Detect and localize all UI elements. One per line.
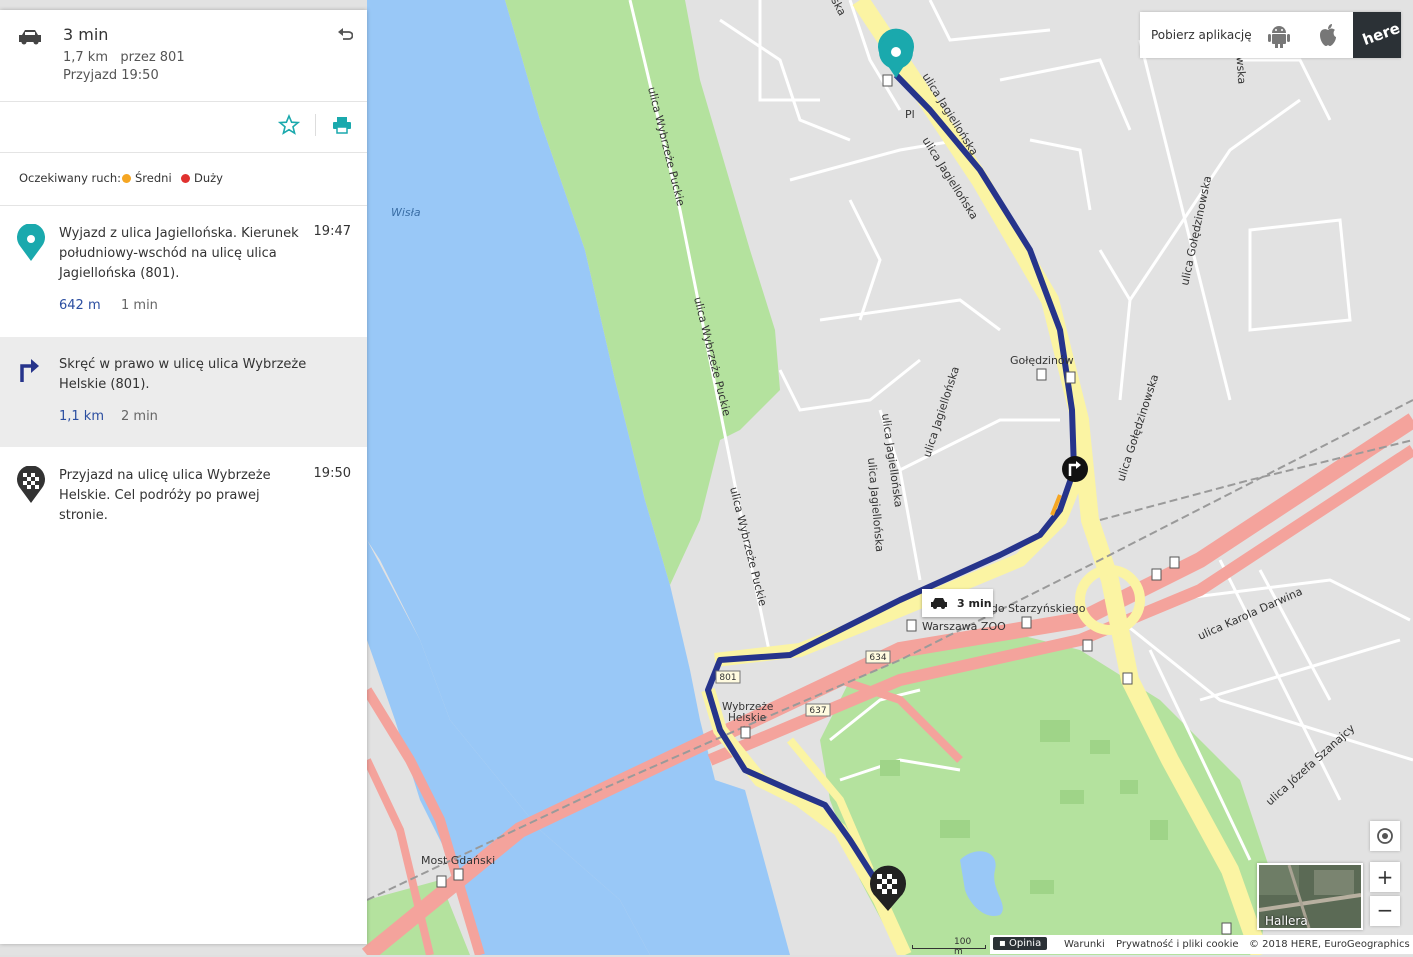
copyright-text: © 2018 HERE, EuroGeographics xyxy=(1249,939,1410,950)
car-icon xyxy=(19,30,41,45)
road-shield-801: 801 xyxy=(715,670,741,684)
svg-text:801: 801 xyxy=(719,673,736,683)
traffic-heavy-dot xyxy=(181,174,190,183)
road-shield-634: 634 xyxy=(865,650,891,664)
maneuver-text: Wyjazd z ulica Jagiellońska. Kierunek po… xyxy=(59,226,299,281)
android-icon[interactable] xyxy=(1268,24,1290,48)
privacy-link[interactable]: Prywatność i pliki cookie xyxy=(1116,939,1239,950)
traffic-legend: Oczekiwany ruch: Średni Duży xyxy=(0,153,367,206)
label-wisla: Wisła xyxy=(391,206,421,219)
minimap-label: Hallera xyxy=(1265,914,1308,928)
finish-flag-icon xyxy=(17,466,45,503)
traffic-label: Oczekiwany ruch: xyxy=(19,171,122,185)
route-via: przez 801 xyxy=(120,50,185,65)
app-download-text: Pobierz aplikację xyxy=(1151,28,1252,42)
locate-me-button[interactable] xyxy=(1370,821,1400,851)
app-download-bar: Pobierz aplikację here xyxy=(1140,12,1402,58)
label-zoo: Warszawa ZOO xyxy=(922,620,1006,633)
actions-divider xyxy=(315,114,316,136)
traffic-medium: Średni xyxy=(122,171,172,185)
feedback-icon: ▪ xyxy=(999,938,1009,949)
label-wybrzeze-helskie-2: Helskie xyxy=(728,712,766,724)
route-arrival: Przyjazd 19:50 xyxy=(63,68,159,83)
maneuver-distance: 642 m xyxy=(59,298,101,313)
route-summary: 3 min 1,7 km przez 801 Przyjazd 19:50 xyxy=(0,10,367,102)
maneuver-duration: 2 min xyxy=(121,409,158,424)
route-duration: 3 min xyxy=(63,25,109,44)
maneuver-text: Skręć w prawo w ulicę ulica Wybrzeże Hel… xyxy=(59,357,307,392)
zoom-out-button[interactable]: − xyxy=(1370,896,1400,926)
map-footer: ▪ Opinia Warunki Prywatność i pliki cook… xyxy=(990,935,1413,954)
svg-text:634: 634 xyxy=(869,653,886,663)
label-pl: Pl xyxy=(905,108,915,121)
maneuver-duration: 1 min xyxy=(121,298,158,313)
maneuver-item[interactable]: Wyjazd z ulica Jagiellońska. Kierunek po… xyxy=(0,206,367,337)
locate-icon xyxy=(1377,828,1393,844)
label-most-gdanski: Most Gdański xyxy=(421,854,495,867)
zoom-in-button[interactable]: + xyxy=(1370,862,1400,892)
route-duration-bubble[interactable]: 3 min xyxy=(922,589,993,617)
maneuver-item[interactable]: Skręć w prawo w ulicę ulica Wybrzeże Hel… xyxy=(0,337,367,448)
label-goledzinow: Gołędzinów xyxy=(1010,354,1074,367)
satellite-minimap[interactable]: Hallera xyxy=(1257,863,1363,930)
turn-marker-icon[interactable] xyxy=(1062,456,1088,482)
svg-text:637: 637 xyxy=(809,706,826,716)
scale-bar xyxy=(912,945,986,949)
route-actions xyxy=(0,102,367,153)
road-shield-637: 637 xyxy=(805,703,831,717)
maneuver-text: Przyjazd na ulicę ulica Wybrzeże Helskie… xyxy=(59,468,271,523)
favorite-star-icon[interactable] xyxy=(278,114,300,136)
route-distance-via: 1,7 km przez 801 xyxy=(63,50,185,65)
route-distance: 1,7 km xyxy=(63,50,108,65)
car-icon xyxy=(931,598,947,609)
turn-right-icon xyxy=(20,359,39,382)
back-icon[interactable] xyxy=(337,27,353,41)
scale-label: 100 m xyxy=(954,937,972,957)
maneuver-item[interactable]: Przyjazd na ulicę ulica Wybrzeże Helskie… xyxy=(0,448,367,549)
route-panel: 3 min 1,7 km przez 801 Przyjazd 19:50 Oc… xyxy=(0,10,367,944)
traffic-heavy: Duży xyxy=(181,171,223,185)
terms-link[interactable]: Warunki xyxy=(1064,939,1105,950)
route-duration-text: 3 min xyxy=(957,597,992,610)
traffic-medium-dot xyxy=(122,174,131,183)
maneuver-time: 19:50 xyxy=(313,466,351,481)
print-icon[interactable] xyxy=(332,116,352,134)
feedback-button[interactable]: ▪ Opinia xyxy=(993,937,1048,950)
here-logo[interactable]: here xyxy=(1353,12,1402,58)
apple-icon[interactable] xyxy=(1318,23,1338,47)
maneuver-time: 19:47 xyxy=(313,224,351,239)
start-pin-icon xyxy=(17,224,45,261)
maneuver-distance: 1,1 km xyxy=(59,409,104,424)
